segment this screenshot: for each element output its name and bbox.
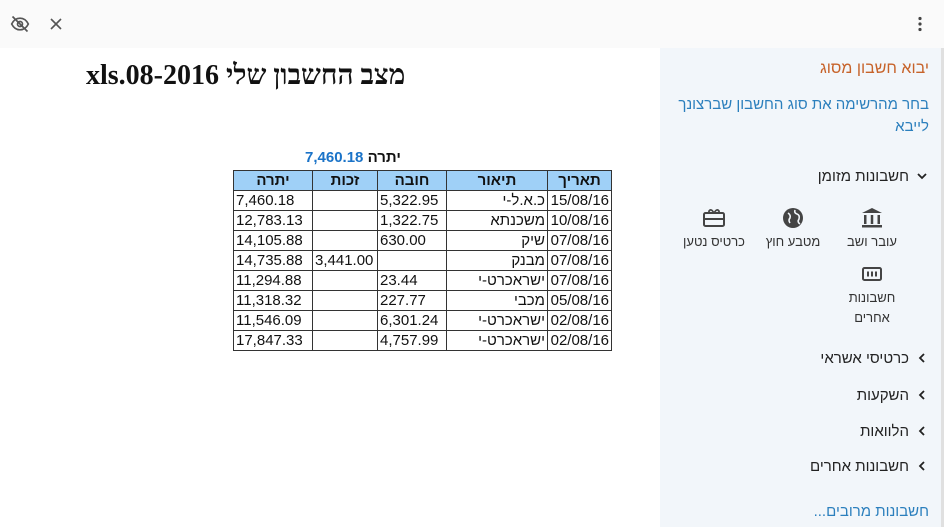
section-label: השקעות	[856, 387, 909, 404]
cell-balance: 14,105.88	[233, 230, 313, 251]
cell-date: 07/08/16	[547, 230, 612, 251]
globe-icon	[783, 208, 803, 228]
document-title: מצב החשבון שלי xls.08-2016	[86, 60, 406, 91]
top-toolbar	[0, 0, 944, 48]
cell-debit: 6,301.24	[377, 310, 447, 331]
cell-credit	[312, 190, 378, 211]
chevron-left-icon	[915, 351, 929, 367]
bank-icon	[862, 208, 882, 228]
section-other-accounts[interactable]: חשבונות אחרים	[810, 458, 929, 475]
cell-description: ישראכרט-י	[446, 270, 548, 291]
cell-description: משכנתא	[446, 210, 548, 231]
chevron-left-icon	[915, 459, 929, 475]
tile-foreign-currency[interactable]: מטבע חוץ	[751, 206, 835, 252]
eye-off-icon[interactable]	[8, 12, 32, 36]
cell-date: 10/08/16	[547, 210, 612, 231]
column-header-date: תאריך	[547, 170, 612, 191]
cell-credit	[312, 210, 378, 231]
cell-date: 15/08/16	[547, 190, 612, 211]
sidebar-description: בחר מהרשימה את סוג החשבון שברצונך לייבא	[678, 96, 929, 135]
cell-debit: 4,757.99	[377, 330, 447, 351]
table-header-row: תאריך תיאור חובה זכות יתרה	[233, 170, 612, 191]
cell-credit	[312, 270, 378, 291]
chevron-down-icon	[915, 169, 929, 185]
cell-debit: 5,322.95	[377, 190, 447, 211]
cell-date: 02/08/16	[547, 310, 612, 331]
cell-balance: 11,294.88	[233, 270, 313, 291]
gift-card-icon	[703, 209, 725, 227]
table-row: 07/08/16 שיק 630.00 14,105.88	[233, 230, 612, 251]
transactions-table: תאריך תיאור חובה זכות יתרה 15/08/16 כ.א.…	[233, 170, 612, 351]
cell-debit: 23.44	[377, 270, 447, 291]
cell-balance: 7,460.18	[233, 190, 313, 211]
cell-description: מבנק	[446, 250, 548, 271]
cell-balance: 14,735.88	[233, 250, 313, 271]
section-label: חשבונות מזומן	[817, 168, 909, 185]
table-row: 15/08/16 כ.א.ל-י 5,322.95 7,460.18	[233, 190, 612, 211]
cell-credit	[312, 290, 378, 311]
column-header-debit: חובה	[377, 170, 447, 191]
cell-description: ישראכרט-י	[446, 310, 548, 331]
chevron-left-icon	[915, 388, 929, 404]
close-icon[interactable]	[44, 12, 68, 36]
cell-debit	[377, 250, 447, 271]
import-sidebar: יבוא חשבון מסוג בחר מהרשימה את סוג החשבו…	[660, 48, 941, 527]
tile-checking-account[interactable]: עובר ושב	[830, 206, 914, 252]
balance-value: 7,460.18	[305, 149, 364, 166]
cell-credit	[312, 310, 378, 331]
cell-description: מכבי	[446, 290, 548, 311]
table-row: 10/08/16 משכנתא 1,322.75 12,783.13	[233, 210, 612, 231]
cell-credit	[312, 330, 378, 351]
section-loans[interactable]: הלוואות	[860, 423, 929, 440]
cell-debit: 1,322.75	[377, 210, 447, 231]
cell-date: 02/08/16	[547, 330, 612, 351]
counter-icon	[862, 267, 882, 281]
cell-debit: 227.77	[377, 290, 447, 311]
table-row: 05/08/16 מכבי 227.77 11,318.32	[233, 290, 612, 311]
cell-balance: 12,783.13	[233, 210, 313, 231]
cell-description: ישראכרט-י	[446, 330, 548, 351]
section-label: חשבונות אחרים	[809, 458, 909, 475]
balance-summary: יתרה 7,460.18	[305, 149, 401, 166]
table-row: 02/08/16 ישראכרט-י 4,757.99 17,847.33	[233, 330, 612, 351]
table-row: 07/08/16 ישראכרט-י 23.44 11,294.88	[233, 270, 612, 291]
table-row: 02/08/16 ישראכרט-י 6,301.24 11,546.09	[233, 310, 612, 331]
column-header-balance: יתרה	[233, 170, 313, 191]
cell-balance: 17,847.33	[233, 330, 313, 351]
cell-date: 07/08/16	[547, 250, 612, 271]
cell-balance: 11,318.32	[233, 290, 313, 311]
more-vert-icon[interactable]	[908, 12, 932, 36]
cell-description: כ.א.ל-י	[446, 190, 548, 211]
cell-balance: 11,546.09	[233, 310, 313, 331]
sidebar-title: יבוא חשבון מסוג	[820, 60, 929, 77]
multiple-accounts-link[interactable]: חשבונות מרובים...	[814, 503, 929, 520]
cell-description: שיק	[446, 230, 548, 251]
section-investments[interactable]: השקעות	[857, 387, 929, 404]
cell-date: 07/08/16	[547, 270, 612, 291]
tile-label: מטבע חוץ	[765, 234, 821, 249]
cell-debit: 630.00	[377, 230, 447, 251]
tile-prepaid-card[interactable]: כרטיס נטען	[672, 206, 756, 252]
section-credit-cards[interactable]: כרטיסי אשראי	[820, 350, 929, 367]
chevron-left-icon	[915, 424, 929, 440]
tile-other-cash-accounts[interactable]: חשבונות אחרים	[830, 262, 914, 328]
table-row: 07/08/16 מבנק 3,441.00 14,735.88	[233, 250, 612, 271]
tile-label: עובר ושב	[847, 234, 897, 249]
tile-label: כרטיס נטען	[683, 234, 745, 249]
cell-credit	[312, 230, 378, 251]
document-preview: מצב החשבון שלי xls.08-2016 יתרה 7,460.18…	[0, 48, 660, 527]
cell-date: 05/08/16	[547, 290, 612, 311]
tile-label: חשבונות אחרים	[848, 290, 896, 325]
section-label: כרטיסי אשראי	[820, 350, 909, 367]
column-header-credit: זכות	[312, 170, 378, 191]
section-label: הלוואות	[860, 423, 909, 440]
balance-label: יתרה	[367, 149, 401, 166]
section-cash-accounts[interactable]: חשבונות מזומן	[818, 168, 929, 185]
cell-credit: 3,441.00	[312, 250, 378, 271]
column-header-description: תיאור	[446, 170, 548, 191]
